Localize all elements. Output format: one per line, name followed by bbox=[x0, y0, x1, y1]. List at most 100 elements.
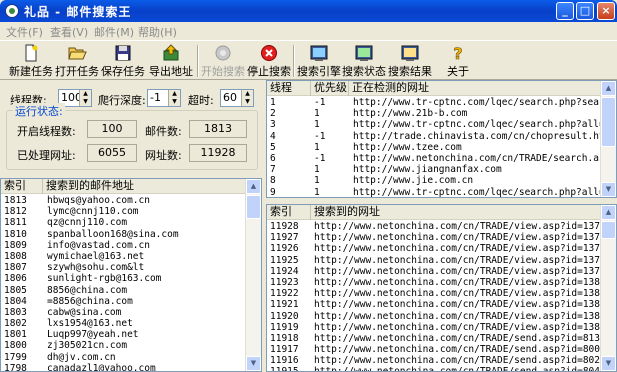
emails-row[interactable]: 1809 info@vastad.com.cn bbox=[1, 240, 261, 251]
scroll-thumb[interactable] bbox=[601, 97, 616, 147]
emails-cell: Luqp997@yeah.net bbox=[47, 329, 139, 341]
timeout-spin-arrows[interactable]: ▲ ▼ bbox=[241, 90, 253, 106]
urls-cell: http://www.netonchina.com/cn/TRADE/view.… bbox=[314, 243, 612, 255]
emails-cell: 1803 bbox=[4, 306, 27, 318]
threads-row[interactable]: 1 -1 http://www.tr-cptnc.com/lqec/search.p… bbox=[267, 97, 616, 108]
urls-cell: http://www.netonchina.com/cn/TRADE/view.… bbox=[314, 276, 612, 288]
col-thread[interactable]: 线程 bbox=[267, 81, 311, 96]
depth-spin-arrows[interactable]: ▲ ▼ bbox=[168, 90, 180, 106]
urls-cell: 11920 bbox=[270, 310, 299, 322]
emails-row[interactable]: 1812 lymc@cnnj110.com bbox=[1, 206, 261, 217]
scroll-up-icon[interactable]: ▲ bbox=[246, 179, 261, 194]
emails-cell: 1801 bbox=[4, 329, 27, 341]
threads-row[interactable]: 7 1 http://www.jiangnanfax.com bbox=[267, 164, 616, 175]
emails-row[interactable]: 1802 lxs1954@163.net bbox=[1, 318, 261, 329]
col-found-url[interactable]: 搜索到的网址 bbox=[311, 205, 602, 220]
urls-row[interactable]: 11928 http://www.netonchina.com/cn/TRADE/… bbox=[267, 221, 616, 232]
urls-row[interactable]: 11927 http://www.netonchina.com/cn/TRADE/… bbox=[267, 232, 616, 243]
emails-row[interactable]: 1800 zj305021cn.com bbox=[1, 340, 261, 351]
open-task-button[interactable]: 打开任务 bbox=[54, 43, 100, 79]
close-button[interactable]: × bbox=[597, 2, 615, 20]
start-search-button[interactable]: 开始搜索 bbox=[200, 43, 246, 79]
maximize-button[interactable]: □ bbox=[576, 2, 594, 20]
emails-list[interactable]: 索引 搜索到的邮件地址 1813 hbwqs@yahoo.com.cn 1812 ly… bbox=[0, 178, 262, 372]
threads-list[interactable]: 线程 优先级 正在检测的网址 1 -1 http://www.tr-cptnc.co… bbox=[266, 80, 617, 198]
urls-list[interactable]: 索引 搜索到的网址 11928 http://www.netonchina.com… bbox=[266, 204, 617, 372]
emails-scrollbar[interactable]: ▲ ▼ bbox=[245, 179, 261, 371]
emails-row[interactable]: 1810 spanballoon168@sina.com bbox=[1, 229, 261, 240]
threads-row[interactable]: 3 1 http://www.tr-cptnc.com/lqec/search.ph… bbox=[267, 119, 616, 130]
urls-row[interactable]: 11924 http://www.netonchina.com/cn/TRADE/… bbox=[267, 266, 616, 277]
col-email-index[interactable]: 索引 bbox=[1, 179, 43, 194]
col-email-address[interactable]: 搜索到的邮件地址 bbox=[43, 179, 247, 194]
scroll-up-icon[interactable]: ▲ bbox=[601, 81, 616, 96]
threads-row[interactable]: 4 -1 http://trade.chinavista.com/cn/chopre… bbox=[267, 131, 616, 142]
scroll-down-icon[interactable]: ▼ bbox=[601, 182, 616, 197]
urls-row[interactable]: 11916 http://www.netonchina.com/cn/TRADE/… bbox=[267, 355, 616, 366]
threads-cell: http://www.tr-cptnc.com/lqec/search.php?… bbox=[353, 119, 617, 131]
menu-file[interactable]: 文件(F) bbox=[6, 24, 43, 40]
urls-row[interactable]: 11919 http://www.netonchina.com/cn/TRADE/… bbox=[267, 322, 616, 333]
emails-row[interactable]: 1803 cabw@sina.com bbox=[1, 307, 261, 318]
new-task-button[interactable]: 新建任务 bbox=[8, 43, 54, 79]
threads-row[interactable]: 8 1 http://www.jie.com.cn bbox=[267, 175, 616, 186]
urls-row[interactable]: 11915 http://www.netonchina.com/cn/TRADE/… bbox=[267, 366, 616, 371]
search-result-button[interactable]: 搜索结果 bbox=[387, 43, 433, 79]
emails-row[interactable]: 1804 =8856@china.com bbox=[1, 296, 261, 307]
emails-row[interactable]: 1811 qz@cnnj110.com bbox=[1, 217, 261, 228]
urls-row[interactable]: 11925 http://www.netonchina.com/cn/TRADE/… bbox=[267, 255, 616, 266]
threads-row[interactable]: 5 1 http://www.tzee.com bbox=[267, 142, 616, 153]
stop-search-button[interactable]: 停止搜索 bbox=[246, 43, 292, 79]
emails-cell: 1804 bbox=[4, 295, 27, 307]
depth-spinner[interactable]: -1 ▲ ▼ bbox=[147, 89, 181, 107]
down-arrow-icon: ▼ bbox=[245, 98, 250, 105]
scroll-down-icon[interactable]: ▼ bbox=[246, 356, 261, 371]
col-checking-url[interactable]: 正在检测的网址 bbox=[349, 81, 603, 96]
timeout-spinner[interactable]: 60 ▲ ▼ bbox=[220, 89, 254, 107]
urls-row[interactable]: 11922 http://www.netonchina.com/cn/TRADE/… bbox=[267, 288, 616, 299]
urls-cell: 11925 bbox=[270, 254, 299, 266]
menu-help[interactable]: 帮助(H) bbox=[138, 24, 177, 40]
emails-row[interactable]: 1799 dh@jv.com.cn bbox=[1, 352, 261, 363]
emails-row[interactable]: 1807 szywh@sohu.com&lt bbox=[1, 262, 261, 273]
threads-cell: 3 bbox=[270, 119, 276, 131]
threads-spin-arrows[interactable]: ▲ ▼ bbox=[79, 90, 91, 106]
urls-row[interactable]: 11918 http://www.netonchina.com/cn/TRADE/… bbox=[267, 333, 616, 344]
scroll-up-icon[interactable]: ▲ bbox=[601, 205, 616, 220]
col-priority[interactable]: 优先级 bbox=[311, 81, 349, 96]
minimize-button[interactable]: _ bbox=[556, 2, 574, 20]
urls-scrollbar[interactable]: ▲ ▼ bbox=[600, 205, 616, 371]
emails-row[interactable]: 1805 8856@china.com bbox=[1, 285, 261, 296]
threads-row[interactable]: 9 1 http://www.tr-cptnc.com/lqec/search.ph… bbox=[267, 187, 616, 198]
emails-row[interactable]: 1798 canadazl1@yahoo.com bbox=[1, 363, 261, 371]
emails-row[interactable]: 1801 Luqp997@yeah.net bbox=[1, 329, 261, 340]
urls-row[interactable]: 11921 http://www.netonchina.com/cn/TRADE/… bbox=[267, 299, 616, 310]
run-status-legend: 运行状态: bbox=[13, 103, 65, 119]
emails-row[interactable]: 1813 hbwqs@yahoo.com.cn bbox=[1, 195, 261, 206]
urls-cell: http://www.netonchina.com/cn/TRADE/view.… bbox=[314, 265, 612, 277]
save-task-button[interactable]: 保存任务 bbox=[100, 43, 146, 79]
urls-row[interactable]: 11920 http://www.netonchina.com/cn/TRADE/… bbox=[267, 311, 616, 322]
export-address-button[interactable]: 导出地址 bbox=[148, 43, 194, 79]
emails-cell: info@vastad.com.cn bbox=[47, 239, 150, 251]
search-engine-button[interactable]: 搜索引擎 bbox=[296, 43, 342, 79]
menu-mail[interactable]: 邮件(M) bbox=[94, 24, 134, 40]
urls-cell: 11922 bbox=[270, 288, 299, 300]
search-status-button[interactable]: 搜索状态 bbox=[341, 43, 387, 79]
emails-row[interactable]: 1806 sunlight-rgb@163.com bbox=[1, 273, 261, 284]
threads-row[interactable]: 6 -1 http://www.netonchina.com/cn/TRADE/se… bbox=[267, 153, 616, 164]
emails-cell: hbwqs@yahoo.com.cn bbox=[47, 195, 150, 206]
scroll-thumb[interactable] bbox=[601, 221, 616, 239]
threads-row[interactable]: 2 1 http://www.21b-b.com bbox=[267, 108, 616, 119]
urls-row[interactable]: 11923 http://www.netonchina.com/cn/TRADE/… bbox=[267, 277, 616, 288]
about-button[interactable]: ? 关于 bbox=[438, 43, 478, 79]
urls-row[interactable]: 11926 http://www.netonchina.com/cn/TRADE/… bbox=[267, 243, 616, 254]
scroll-down-icon[interactable]: ▼ bbox=[601, 356, 616, 371]
urls-row[interactable]: 11917 http://www.netonchina.com/cn/TRADE/… bbox=[267, 344, 616, 355]
urls-cell: http://www.netonchina.com/cn/TRADE/view.… bbox=[314, 221, 612, 232]
emails-row[interactable]: 1808 wymichael@163.net bbox=[1, 251, 261, 262]
threads-scrollbar[interactable]: ▲ ▼ bbox=[600, 81, 616, 197]
scroll-thumb[interactable] bbox=[246, 195, 261, 219]
menu-view[interactable]: 查看(V) bbox=[50, 24, 88, 40]
col-url-index[interactable]: 索引 bbox=[267, 205, 311, 220]
